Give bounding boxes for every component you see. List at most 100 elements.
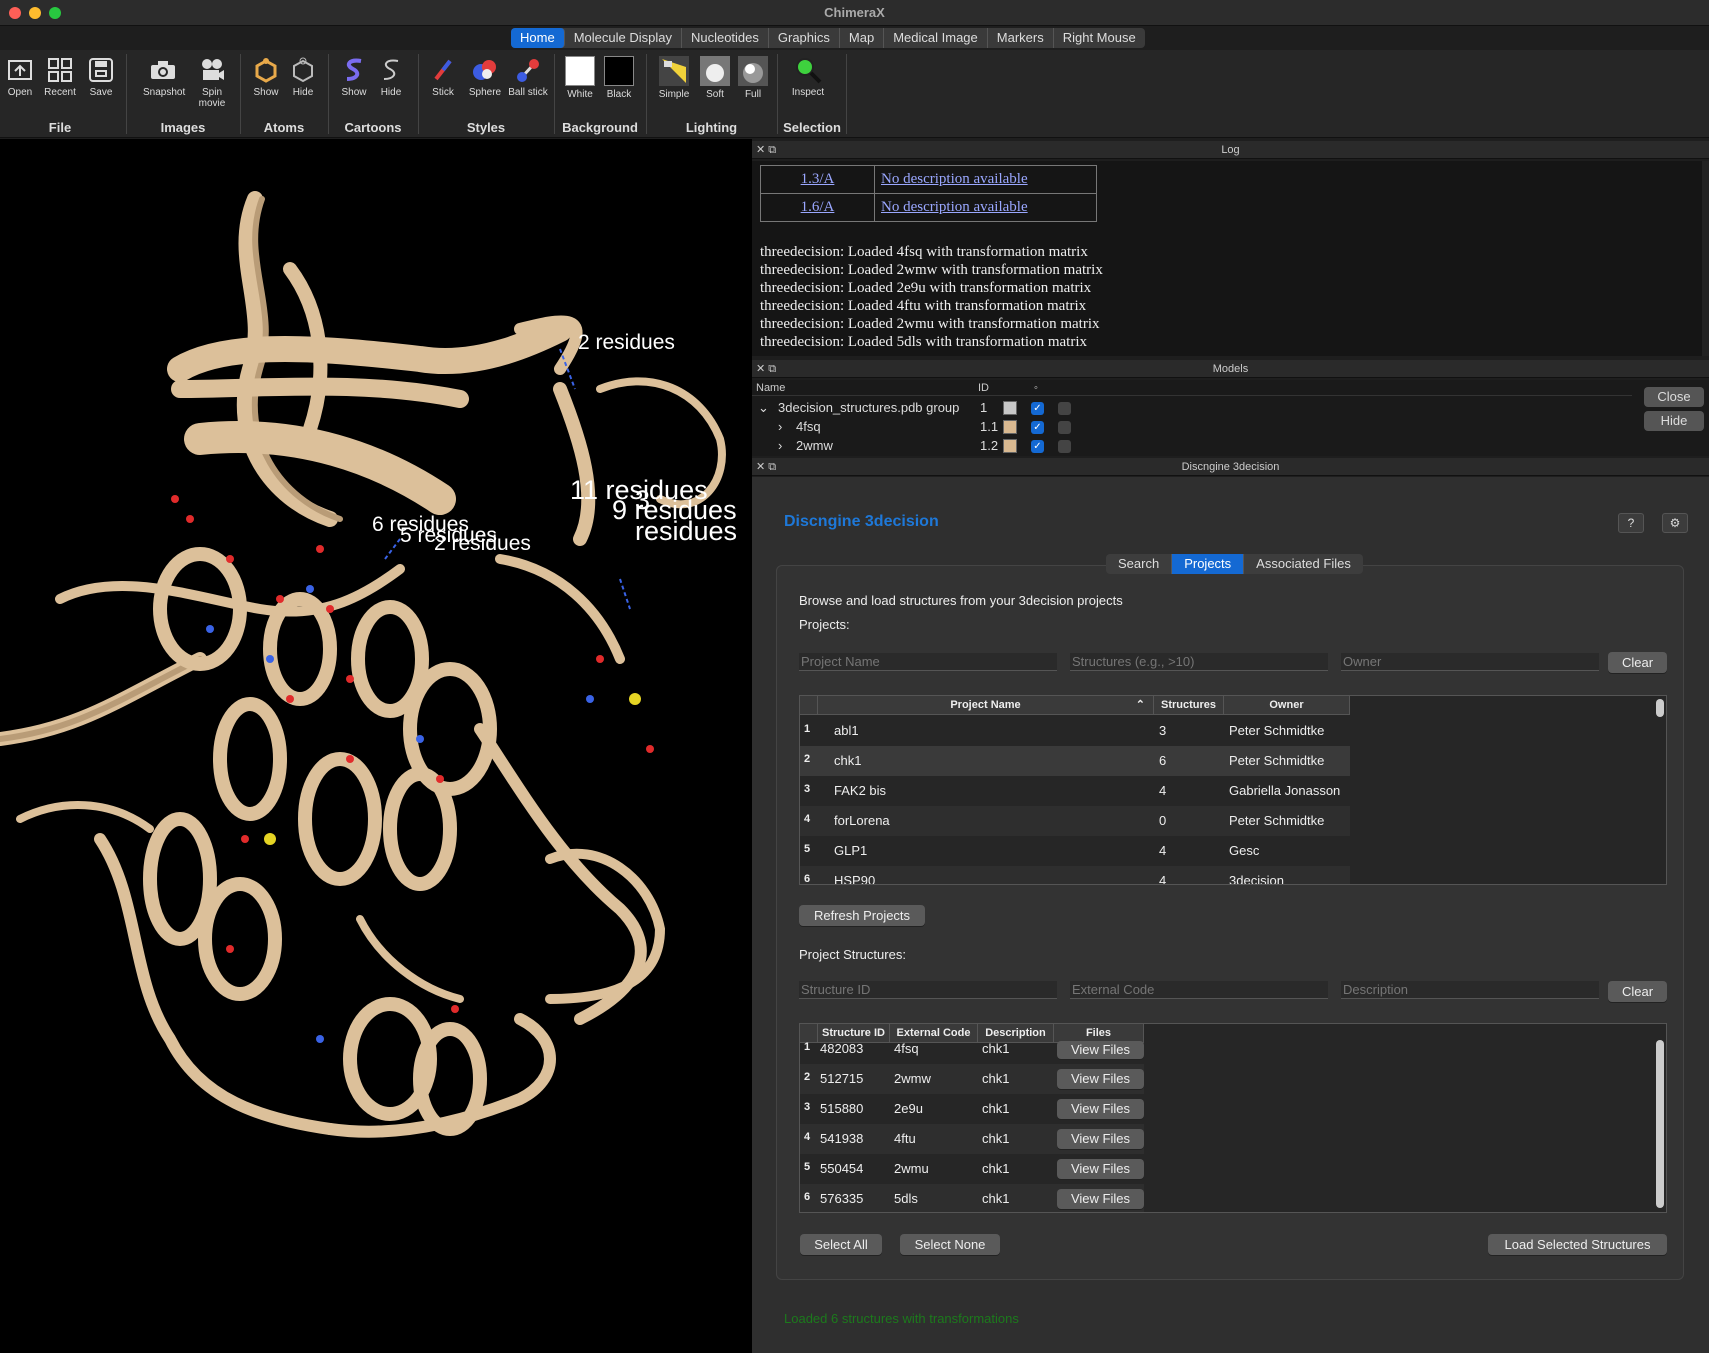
snapshot-button[interactable]: Snapshot bbox=[143, 56, 185, 98]
inspect-button[interactable]: Inspect bbox=[788, 56, 828, 98]
model-select-checkbox[interactable] bbox=[1058, 402, 1071, 415]
view-files-button[interactable]: View Files bbox=[1057, 1129, 1144, 1149]
white-background-button[interactable]: White bbox=[560, 56, 600, 100]
model-select-checkbox[interactable] bbox=[1058, 440, 1071, 453]
chevron-right-icon[interactable]: › bbox=[778, 438, 782, 453]
models-panel-header: ✕ ⧉ Models bbox=[752, 360, 1709, 378]
recent-button[interactable]: Recent bbox=[40, 56, 80, 98]
clear-structures-filter-button[interactable]: Clear bbox=[1608, 981, 1667, 1002]
stick-button[interactable]: Stick bbox=[423, 56, 463, 98]
refresh-projects-button[interactable]: Refresh Projects bbox=[799, 905, 925, 926]
clear-projects-filter-button[interactable]: Clear bbox=[1608, 652, 1667, 673]
structure-row[interactable]: 2 512715 2wmw chk1 View Files bbox=[800, 1064, 1144, 1094]
models-close-button[interactable]: Close bbox=[1644, 387, 1704, 407]
log-link[interactable]: No description available bbox=[881, 199, 1028, 215]
structure-row[interactable]: 5 550454 2wmu chk1 View Files bbox=[800, 1154, 1144, 1184]
model-color-swatch[interactable] bbox=[1003, 401, 1017, 415]
spin-movie-button[interactable]: Spin movie bbox=[192, 56, 232, 109]
project-name-filter[interactable] bbox=[799, 653, 1057, 671]
log-link[interactable]: 1.6/A bbox=[801, 199, 835, 215]
tab-projects[interactable]: Projects bbox=[1172, 554, 1245, 574]
ribbon-tab-map[interactable]: Map bbox=[840, 28, 885, 48]
log-link[interactable]: 1.3/A bbox=[801, 171, 835, 187]
sphere-button[interactable]: Sphere bbox=[465, 56, 505, 98]
structures-scrollbar[interactable] bbox=[1656, 1040, 1664, 1208]
structure-description: chk1 bbox=[982, 1161, 1010, 1176]
ribbon-tab-markers[interactable]: Markers bbox=[988, 28, 1054, 48]
project-row[interactable]: 3 FAK2 bis 4 Gabriella Jonasson bbox=[800, 776, 1666, 806]
open-button[interactable]: Open bbox=[0, 56, 40, 98]
row-number: 1 bbox=[804, 1041, 811, 1053]
graphics-viewer[interactable]: 2 residues 11 residues 3 residues 9 resi… bbox=[0, 139, 752, 1353]
ribbon-tab-graphics[interactable]: Graphics bbox=[769, 28, 840, 48]
black-background-button[interactable]: Black bbox=[599, 56, 639, 100]
show-cartoons-button[interactable]: Show bbox=[334, 56, 374, 98]
panel-close-float-icon[interactable]: ✕ ⧉ bbox=[756, 458, 776, 476]
hide-atoms-button[interactable]: Hide bbox=[283, 56, 323, 98]
panel-close-float-icon[interactable]: ✕ ⧉ bbox=[756, 360, 776, 378]
help-button[interactable]: ? bbox=[1618, 513, 1644, 533]
project-structures: 4 bbox=[1159, 783, 1167, 798]
view-files-button[interactable]: View Files bbox=[1057, 1069, 1144, 1089]
ball-stick-button[interactable]: Ball stick bbox=[508, 56, 548, 98]
hide-cartoons-button[interactable]: Hide bbox=[371, 56, 411, 98]
chevron-right-icon[interactable]: › bbox=[778, 419, 782, 434]
show-atoms-label: Show bbox=[253, 87, 279, 98]
model-color-swatch[interactable] bbox=[1003, 439, 1017, 453]
project-row-selected[interactable]: 2 chk1 6 Peter Schmidtke bbox=[800, 746, 1350, 776]
load-selected-structures-button[interactable]: Load Selected Structures bbox=[1488, 1234, 1667, 1255]
log-link[interactable]: No description available bbox=[881, 171, 1028, 187]
soft-lighting-button[interactable]: Soft bbox=[695, 56, 735, 100]
model-shown-checkbox[interactable]: ✓ bbox=[1031, 440, 1044, 453]
project-structures: 4 bbox=[1159, 843, 1167, 858]
structure-row[interactable]: 4 541938 4ftu chk1 View Files bbox=[800, 1124, 1144, 1154]
ribbon-tab-home[interactable]: Home bbox=[511, 28, 565, 48]
select-all-button[interactable]: Select All bbox=[800, 1234, 882, 1255]
structure-row[interactable]: 1 482083 4fsq chk1 View Files bbox=[800, 1026, 1666, 1059]
tab-search[interactable]: Search bbox=[1106, 554, 1173, 574]
models-col-name: Name bbox=[756, 382, 786, 394]
view-files-button[interactable]: View Files bbox=[1057, 1159, 1144, 1179]
model-row[interactable]: ⌄ 3decision_structures.pdb group 1 ✓ bbox=[752, 400, 1632, 418]
log-panel-title: Log bbox=[1221, 144, 1240, 156]
projects-header-name[interactable]: Project Name ⌃ bbox=[818, 696, 1154, 715]
log-scrollbar[interactable] bbox=[1702, 161, 1709, 356]
model-row[interactable]: › 4fsq 1.1 ✓ bbox=[752, 419, 1632, 437]
model-color-swatch[interactable] bbox=[1003, 420, 1017, 434]
save-button[interactable]: Save bbox=[81, 56, 121, 98]
chevron-down-icon[interactable]: ⌄ bbox=[758, 400, 769, 416]
ribbon-tab-molecule-display[interactable]: Molecule Display bbox=[565, 28, 682, 48]
panel-close-float-icon[interactable]: ✕ ⧉ bbox=[756, 141, 776, 159]
owner-filter[interactable] bbox=[1341, 653, 1599, 671]
structure-row[interactable]: 3 515880 2e9u chk1 View Files bbox=[800, 1094, 1144, 1124]
models-hide-button[interactable]: Hide bbox=[1644, 411, 1704, 431]
view-files-button[interactable]: View Files bbox=[1057, 1189, 1144, 1209]
model-row[interactable]: › 2wmw 1.2 ✓ bbox=[752, 438, 1632, 456]
ribbon-tab-nucleotides[interactable]: Nucleotides bbox=[682, 28, 769, 48]
project-row[interactable]: 1 abl1 3 Peter Schmidtke bbox=[800, 716, 1666, 746]
projects-header-owner[interactable]: Owner bbox=[1224, 696, 1350, 715]
description-filter[interactable] bbox=[1341, 981, 1599, 999]
full-lighting-button[interactable]: Full bbox=[733, 56, 773, 100]
structure-row[interactable]: 6 576335 5dls chk1 View Files bbox=[800, 1184, 1144, 1212]
select-none-button[interactable]: Select None bbox=[900, 1234, 1000, 1255]
model-select-checkbox[interactable] bbox=[1058, 421, 1071, 434]
ribbon-tab-medical-image[interactable]: Medical Image bbox=[884, 28, 988, 48]
simple-lighting-button[interactable]: Simple bbox=[654, 56, 694, 100]
view-files-button[interactable]: View Files bbox=[1057, 1099, 1144, 1119]
ribbon-tab-right-mouse[interactable]: Right Mouse bbox=[1054, 28, 1145, 48]
project-row[interactable]: 5 GLP1 4 Gesc bbox=[800, 836, 1666, 866]
tab-associated-files[interactable]: Associated Files bbox=[1244, 554, 1363, 574]
external-code-filter[interactable] bbox=[1070, 981, 1328, 999]
model-shown-checkbox[interactable]: ✓ bbox=[1031, 402, 1044, 415]
structures-filter[interactable] bbox=[1070, 653, 1328, 671]
projects-scrollbar[interactable] bbox=[1656, 699, 1664, 717]
view-files-button[interactable]: View Files bbox=[1057, 1041, 1144, 1059]
model-shown-checkbox[interactable]: ✓ bbox=[1031, 421, 1044, 434]
structure-id-filter[interactable] bbox=[799, 981, 1057, 999]
project-row[interactable]: 4 forLorena 0 Peter Schmidtke bbox=[800, 806, 1350, 836]
projects-header-structures[interactable]: Structures bbox=[1154, 696, 1224, 715]
show-atoms-button[interactable]: Show bbox=[246, 56, 286, 98]
settings-button[interactable]: ⚙ bbox=[1662, 513, 1688, 533]
project-row[interactable]: 6 HSP90 4 3decision bbox=[800, 866, 1350, 884]
